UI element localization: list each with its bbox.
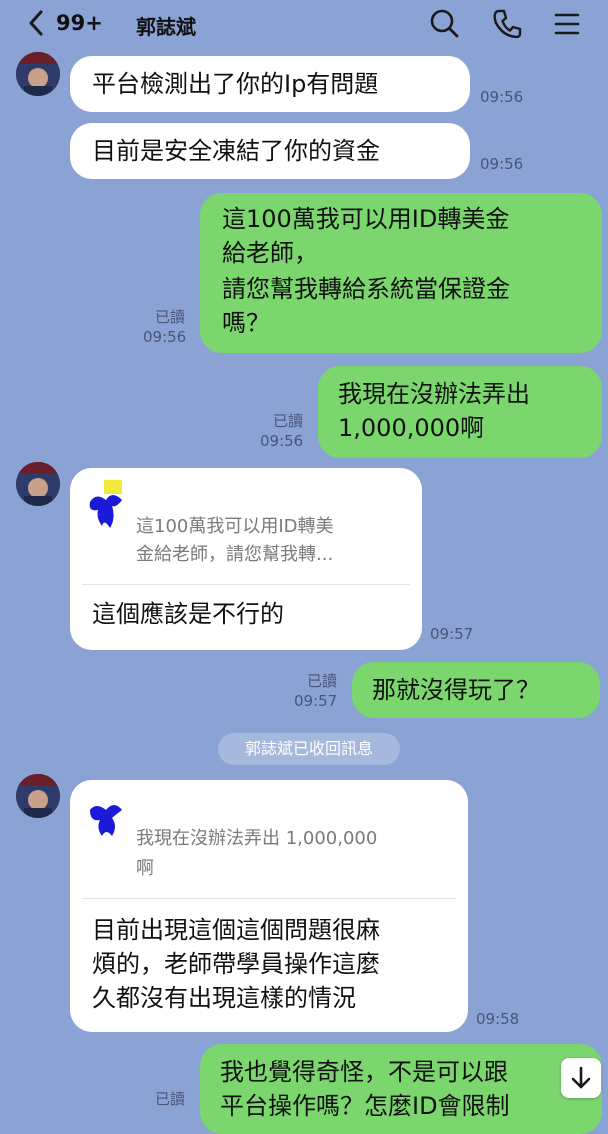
scroll-to-bottom-button[interactable] — [561, 1058, 601, 1098]
unread-count-badge[interactable]: 99+ — [56, 11, 103, 35]
message-time: 09:58 — [476, 1010, 520, 1028]
contact-name: 郭誌斌 — [136, 15, 196, 39]
message-line: 久都沒有出現這樣的情況 — [92, 984, 356, 1012]
search-icon[interactable] — [428, 7, 462, 41]
outgoing-message[interactable]: 這100萬我可以用ID轉美金 給老師， 請您幫我轉給系統當保證金 嗎？ — [200, 193, 602, 353]
contact-avatar[interactable] — [16, 462, 60, 506]
quoted-user-avatar-icon — [90, 805, 122, 836]
arrow-down-icon — [571, 1066, 591, 1089]
phone-icon[interactable] — [490, 7, 524, 41]
message-time: 09:57 — [430, 625, 474, 643]
message-line: 平台操作嗎？怎麼ID會限制 — [220, 1092, 510, 1120]
message-recalled-notice: 郭誌斌已收回訊息 — [218, 733, 400, 765]
message-text: 那就沒得玩了？ — [372, 676, 540, 704]
contact-avatar[interactable] — [16, 774, 60, 818]
quoted-message-line: 這100萬我可以用ID轉美 — [136, 516, 334, 537]
quoted-message-line: 我現在沒辦法弄出 1,000,000 — [136, 828, 378, 849]
read-receipt: 已讀 — [154, 1090, 185, 1108]
chat-header: 99+ 郭誌斌 — [0, 0, 608, 46]
message-line: 請您幫我轉給系統當保證金 — [222, 275, 510, 303]
message-line: 我也覺得奇怪，不是可以跟 — [220, 1058, 508, 1086]
message-time: 09:56 — [143, 328, 187, 346]
incoming-message[interactable]: 目前是安全凍結了你的資金 — [70, 123, 470, 179]
incoming-message[interactable]: 平台檢測出了你的Ip有問題 — [70, 56, 470, 112]
message-line: 嗎？ — [222, 309, 270, 337]
message-time: 09:56 — [480, 155, 524, 173]
message-text: 這個應該是不行的 — [92, 600, 284, 628]
contact-avatar[interactable] — [16, 52, 60, 96]
quoted-user-avatar-icon — [89, 480, 122, 528]
quote-divider — [82, 898, 456, 899]
message-time: 09:56 — [480, 88, 524, 106]
back-chevron-icon[interactable] — [24, 8, 48, 38]
incoming-reply-message[interactable]: 我現在沒辦法弄出 1,000,000 啊 目前出現這個這個問題很麻 煩的，老師帶… — [70, 780, 468, 1032]
message-time: 09:56 — [260, 432, 304, 450]
incoming-reply-message[interactable]: 這100萬我可以用ID轉美 金給老師，請您幫我轉... 這個應該是不行的 — [70, 468, 422, 650]
outgoing-message[interactable]: 我也覺得奇怪，不是可以跟 平台操作嗎？怎麼ID會限制 — [200, 1044, 602, 1134]
menu-icon[interactable] — [550, 7, 584, 41]
message-line: 這100萬我可以用ID轉美金 — [222, 205, 510, 233]
message-line: 1,000,000啊 — [338, 414, 485, 442]
outgoing-message[interactable]: 那就沒得玩了？ — [352, 662, 600, 718]
message-time: 09:57 — [294, 692, 338, 710]
quoted-message-line: 金給老師，請您幫我轉... — [136, 544, 334, 565]
read-receipt: 已讀 — [272, 412, 303, 430]
message-text: 目前是安全凍結了你的資金 — [92, 137, 380, 165]
quote-divider — [82, 584, 410, 585]
message-line: 我現在沒辦法弄出 — [338, 380, 530, 408]
message-line: 目前出現這個這個問題很麻 — [92, 916, 380, 944]
quoted-message-line: 啊 — [136, 858, 154, 879]
read-receipt: 已讀 — [154, 308, 185, 326]
message-line: 給老師， — [222, 239, 318, 267]
outgoing-message[interactable]: 我現在沒辦法弄出 1,000,000啊 — [318, 366, 602, 458]
message-line: 煩的，老師帶學員操作這麼 — [92, 950, 380, 978]
message-text: 平台檢測出了你的Ip有問題 — [92, 70, 379, 98]
read-receipt: 已讀 — [306, 672, 337, 690]
